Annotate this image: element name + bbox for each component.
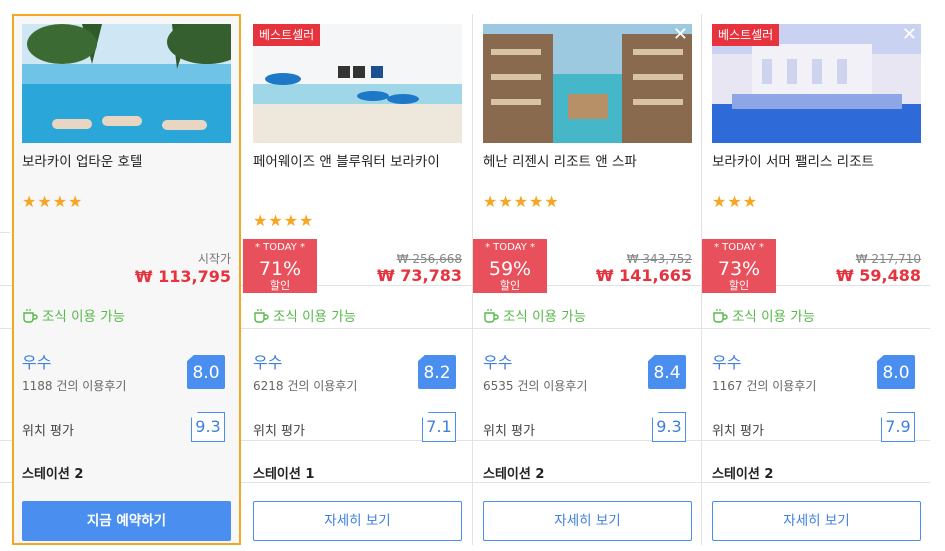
price-block: ₩ 217,710 ₩ 59,488 xyxy=(836,252,921,286)
rating-word: 우수 xyxy=(712,353,742,372)
book-now-button[interactable]: 지금 예약하기 xyxy=(22,501,231,541)
today-deal-badge: * TODAY * 73% 할인 xyxy=(702,239,776,293)
rating-word: 우수 xyxy=(22,353,52,372)
original-price: ₩ 217,710 xyxy=(855,252,921,266)
original-price: ₩ 343,752 xyxy=(626,252,692,266)
deal-label: * TODAY * xyxy=(484,242,536,253)
close-icon[interactable]: ✕ xyxy=(902,26,917,44)
hotel-comparison: 보라카이 업타운 호텔 ★★★★ 시작가 ₩ 113,795 조식 이용 가능 … xyxy=(0,0,945,551)
breakfast-info: 조식 이용 가능 xyxy=(22,308,125,329)
price-label: 시작가 xyxy=(197,252,231,266)
price: ₩ 59,488 xyxy=(836,266,921,285)
star-rating: ★★★★★ xyxy=(483,192,560,211)
coffee-cup-icon xyxy=(22,308,38,329)
today-deal-badge: * TODAY * 71% 할인 xyxy=(243,239,317,293)
hotel-card[interactable]: 보라카이 업타운 호텔 ★★★★ 시작가 ₩ 113,795 조식 이용 가능 … xyxy=(12,14,241,545)
station-label: 스테이션 1 xyxy=(253,467,315,482)
location-score-badge: 9.3 xyxy=(652,412,686,442)
close-icon[interactable]: ✕ xyxy=(673,26,688,44)
deal-label: * TODAY * xyxy=(254,242,306,253)
location-score-badge: 7.9 xyxy=(881,412,915,442)
price: ₩ 113,795 xyxy=(134,267,231,286)
location-label: 위치 평가 xyxy=(22,424,74,439)
review-count[interactable]: 6535 건의 이용후기 xyxy=(483,377,587,394)
discount-sub: 할인 xyxy=(728,279,750,292)
star-rating: ★★★ xyxy=(712,192,759,211)
price-block: ₩ 343,752 ₩ 141,665 xyxy=(596,252,692,286)
hotel-name[interactable]: 페어웨이즈 앤 블루워터 보라카이 xyxy=(253,152,443,173)
discount-sub: 할인 xyxy=(499,279,521,292)
view-details-button[interactable]: 자세히 보기 xyxy=(483,501,692,541)
station-label: 스테이션 2 xyxy=(712,467,774,482)
coffee-cup-icon xyxy=(253,308,269,329)
station-label: 스테이션 2 xyxy=(22,467,84,482)
row-divider xyxy=(0,232,10,233)
view-details-button[interactable]: 자세히 보기 xyxy=(712,501,921,541)
price: ₩ 73,783 xyxy=(377,266,462,285)
hotel-name[interactable]: 헤난 리젠시 리조트 앤 스파 xyxy=(483,152,688,173)
hotel-photo[interactable]: ✕ xyxy=(483,24,692,143)
review-count[interactable]: 6218 건의 이용후기 xyxy=(253,377,357,394)
review-score-badge: 8.4 xyxy=(648,355,686,389)
discount-percent: 73% xyxy=(717,258,761,280)
price-block: 시작가 ₩ 113,795 xyxy=(135,250,231,286)
price-block: ₩ 256,668 ₩ 73,783 xyxy=(377,252,462,286)
rating-word: 우수 xyxy=(253,353,283,372)
bestseller-badge: 베스트셀러 xyxy=(712,24,780,46)
hotel-name[interactable]: 보라카이 서머 팰리스 리조트 xyxy=(712,152,917,173)
price: ₩ 141,665 xyxy=(595,266,692,285)
hotel-photo[interactable]: 베스트셀러 ✕ xyxy=(712,24,921,143)
discount-sub: 할인 xyxy=(269,279,291,292)
location-score-badge: 7.1 xyxy=(422,412,456,442)
review-count[interactable]: 1188 건의 이용후기 xyxy=(22,377,126,394)
hotel-name[interactable]: 보라카이 업타운 호텔 xyxy=(22,152,227,173)
hotel-card[interactable]: ✕ 헤난 리젠시 리조트 앤 스파 ★★★★★ * TODAY * 59% 할인… xyxy=(473,14,702,545)
original-price: ₩ 256,668 xyxy=(396,252,462,266)
breakfast-label: 조식 이용 가능 xyxy=(42,309,126,325)
review-count[interactable]: 1167 건의 이용후기 xyxy=(712,377,816,394)
station-label: 스테이션 2 xyxy=(483,467,545,482)
today-deal-badge: * TODAY * 59% 할인 xyxy=(473,239,547,293)
discount-percent: 59% xyxy=(488,258,532,280)
star-rating: ★★★★ xyxy=(253,211,315,230)
bestseller-badge: 베스트셀러 xyxy=(253,24,321,46)
rating-word: 우수 xyxy=(483,353,513,372)
breakfast-info: 조식 이용 가능 xyxy=(712,308,815,329)
breakfast-label: 조식 이용 가능 xyxy=(503,309,587,325)
coffee-cup-icon xyxy=(483,308,499,329)
breakfast-info: 조식 이용 가능 xyxy=(253,308,356,329)
breakfast-label: 조식 이용 가능 xyxy=(273,309,357,325)
discount-percent: 71% xyxy=(258,258,302,280)
hotel-card[interactable]: 베스트셀러 페어웨이즈 앤 블루워터 보라카이 ★★★★ * TODAY * 7… xyxy=(243,14,472,545)
location-score-badge: 9.3 xyxy=(191,412,225,442)
location-label: 위치 평가 xyxy=(483,424,535,439)
breakfast-info: 조식 이용 가능 xyxy=(483,308,586,329)
review-score-badge: 8.0 xyxy=(187,355,225,389)
hotel-card[interactable]: 베스트셀러 ✕ 보라카이 서머 팰리스 리조트 ★★★ * TODAY * 73… xyxy=(702,14,931,545)
view-details-button[interactable]: 자세히 보기 xyxy=(253,501,462,541)
breakfast-label: 조식 이용 가능 xyxy=(732,309,816,325)
coffee-cup-icon xyxy=(712,308,728,329)
star-rating: ★★★★ xyxy=(22,192,84,211)
location-label: 위치 평가 xyxy=(253,424,305,439)
deal-label: * TODAY * xyxy=(713,242,765,253)
hotel-photo[interactable] xyxy=(22,24,231,143)
location-label: 위치 평가 xyxy=(712,424,764,439)
review-score-badge: 8.0 xyxy=(877,355,915,389)
hotel-photo[interactable]: 베스트셀러 xyxy=(253,24,462,143)
review-score-badge: 8.2 xyxy=(418,355,456,389)
